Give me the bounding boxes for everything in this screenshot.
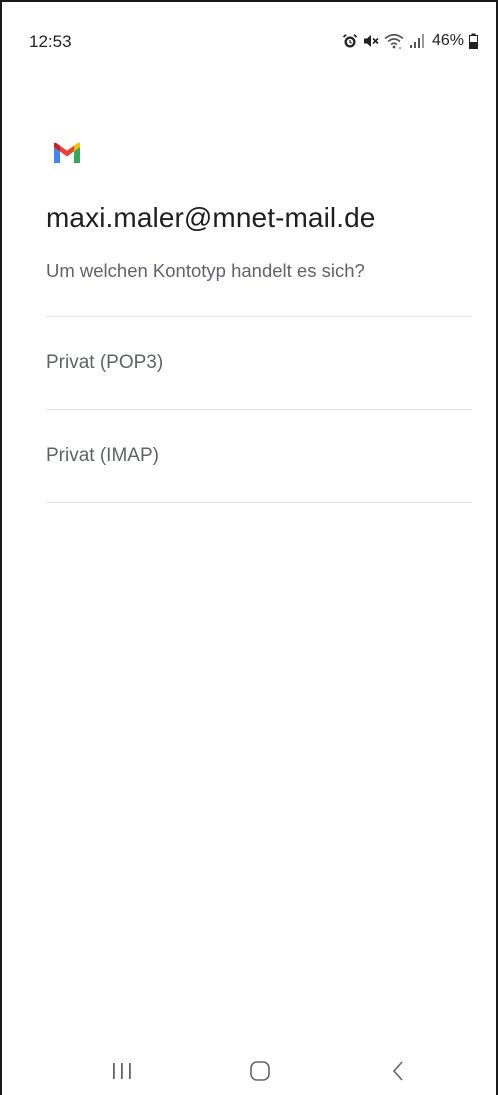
alarm-icon	[342, 33, 358, 49]
screen: 12:53 46% maxi.maler@mnet-mail.de Um wel…	[0, 0, 498, 1095]
account-email: maxi.maler@mnet-mail.de	[46, 202, 376, 233]
mute-icon	[363, 33, 379, 49]
option-imap[interactable]: Privat (IMAP)	[46, 410, 472, 502]
status-time: 12:53	[29, 32, 72, 51]
navigation-bar	[2, 1047, 496, 1095]
account-type-question: Um welchen Kontotyp handelt es sich?	[46, 260, 365, 281]
wifi-icon	[384, 33, 404, 49]
back-icon	[390, 1060, 406, 1087]
account-type-list: Privat (POP3) Privat (IMAP)	[46, 316, 472, 503]
option-pop3[interactable]: Privat (POP3)	[46, 317, 472, 409]
divider	[46, 502, 472, 503]
recents-button[interactable]	[102, 1059, 142, 1087]
back-button[interactable]	[378, 1059, 418, 1087]
home-button[interactable]	[240, 1059, 280, 1087]
signal-icon	[409, 33, 425, 49]
battery-percent: 46%	[431, 32, 464, 49]
home-icon	[249, 1060, 271, 1087]
status-bar: 12:53 46%	[2, 2, 496, 62]
battery-icon	[469, 33, 478, 49]
gmail-logo-icon	[52, 142, 82, 164]
status-icons: 46%	[342, 30, 478, 52]
recents-icon	[111, 1061, 133, 1086]
